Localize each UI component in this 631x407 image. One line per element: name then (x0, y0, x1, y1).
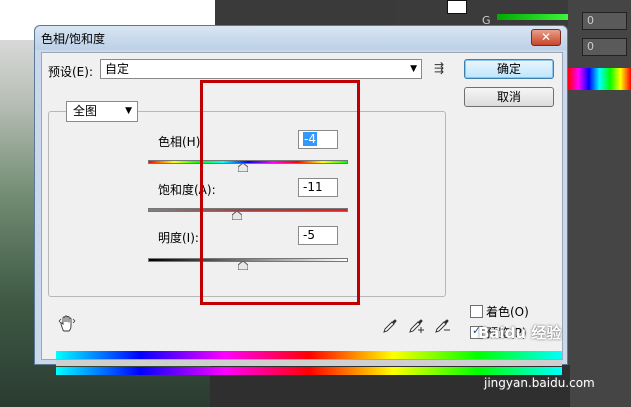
output-color-bar (56, 367, 562, 375)
watermark-url: jingyan.baidu.com (484, 376, 595, 390)
annotation-highlight (200, 80, 360, 305)
color-ramp[interactable] (568, 68, 631, 90)
preset-options-icon[interactable]: ⇶ (434, 61, 444, 75)
eyedropper-add-icon[interactable] (408, 318, 424, 334)
colorize-box[interactable] (470, 305, 483, 318)
ok-button[interactable]: 确定 (464, 59, 554, 79)
cancel-button[interactable]: 取消 (464, 87, 554, 107)
channel-dropdown[interactable]: 全图 ▼ (66, 101, 138, 122)
preset-value: 自定 (105, 62, 130, 76)
chevron-down-icon: ▼ (125, 106, 132, 116)
hue-label: 色相(H): (158, 135, 205, 149)
foreground-color-swatch[interactable] (447, 0, 467, 14)
input-color-bar (56, 351, 562, 359)
blue-value-field[interactable]: 0 (582, 38, 627, 56)
dialog-titlebar[interactable]: 色相/饱和度 ✕ (35, 26, 567, 50)
eyedropper-subtract-icon[interactable] (434, 318, 450, 334)
side-panel (568, 0, 631, 407)
preset-label: 预设(E): (48, 65, 93, 79)
colorize-checkbox[interactable]: 着色(O) (470, 303, 529, 320)
chevron-down-icon: ▼ (410, 64, 417, 74)
dialog-title: 色相/饱和度 (41, 32, 106, 46)
green-slider[interactable] (497, 14, 577, 20)
colorize-label: 着色(O) (486, 305, 529, 319)
lightness-label: 明度(I): (158, 231, 199, 245)
close-button[interactable]: ✕ (531, 29, 561, 46)
hand-adjust-icon[interactable] (58, 315, 76, 333)
watermark-brand: Baidu 经验 (478, 324, 562, 342)
green-value-field[interactable]: 0 (582, 12, 627, 30)
eyedropper-icon[interactable] (382, 318, 398, 334)
channel-value: 全图 (73, 104, 98, 118)
range-bar[interactable] (56, 360, 562, 366)
preset-dropdown[interactable]: 自定 ▼ (100, 59, 422, 79)
